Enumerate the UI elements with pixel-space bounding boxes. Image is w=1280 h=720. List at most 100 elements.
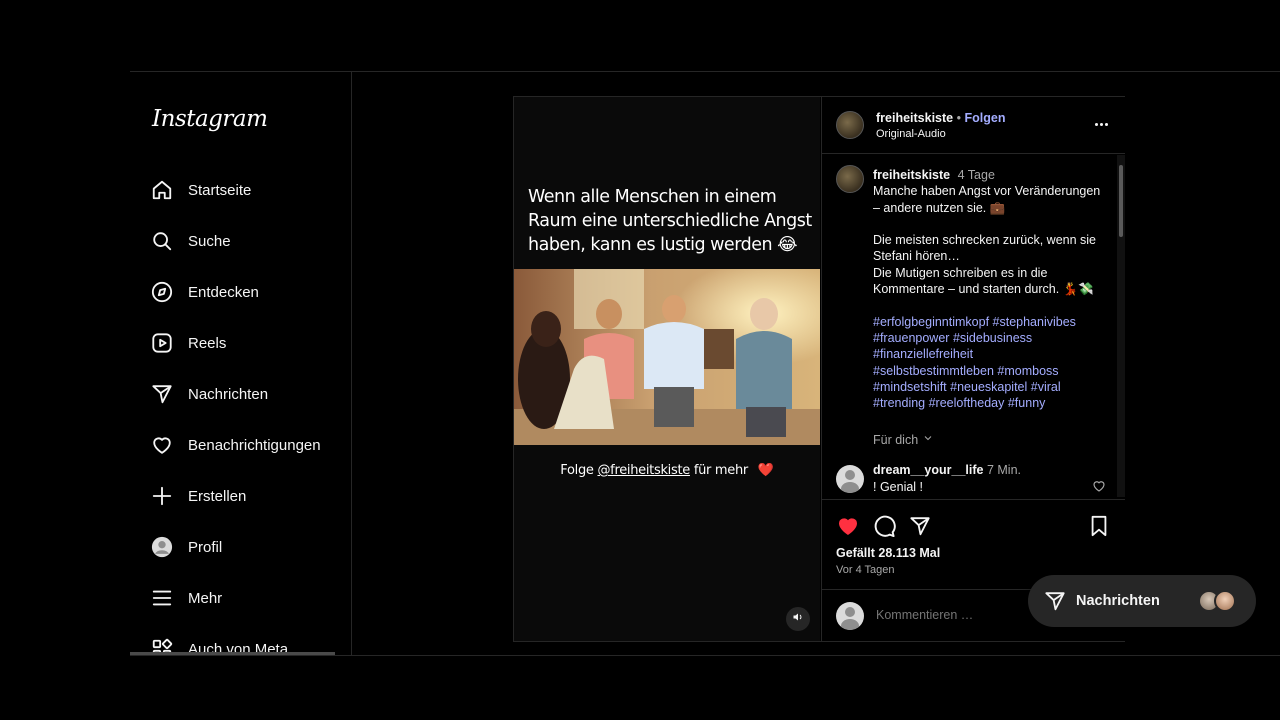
post-dialog: Wenn alle Menschen in einem Raum eine un… (513, 96, 1125, 642)
sidebar-item-label: Suche (188, 232, 231, 250)
messages-floating-button[interactable]: Nachrichten (1028, 575, 1256, 627)
sidebar-item-label: Mehr (188, 589, 223, 607)
post-video[interactable]: Wenn alle Menschen in einem Raum eine un… (514, 97, 820, 641)
comment-like-icon[interactable] (1092, 479, 1106, 497)
speaker-icon (792, 610, 804, 628)
video-frame-image (514, 269, 820, 445)
post-header: freiheitskiste • Folgen Original-Audio (822, 97, 1125, 154)
sidebar-item-label: Entdecken (188, 283, 259, 301)
commenter-avatar[interactable] (836, 465, 864, 493)
like-count[interactable]: Gefällt 28.113 Mal (836, 546, 940, 560)
comment-header: dream__your__life 7 Min. (873, 463, 1021, 477)
author-avatar[interactable] (836, 111, 864, 139)
scrollbar-thumb[interactable] (1119, 165, 1123, 237)
caption-mention: @freiheitskiste (597, 463, 690, 478)
comments-section[interactable]: freiheitskiste 4 Tage Manche haben Angst… (822, 155, 1125, 497)
caption-author-avatar[interactable] (836, 165, 864, 193)
reels-icon (150, 331, 174, 355)
dot (1094, 122, 1098, 126)
video-overlay-text: Wenn alle Menschen in einem Raum eine un… (528, 187, 812, 255)
caption-paragraph: Die Mutigen schreiben es in die Kommenta… (873, 265, 1094, 297)
caption-time: 4 Tage (957, 168, 995, 182)
sidebar-item-home[interactable]: Startseite (150, 170, 346, 210)
hashtag[interactable]: #erfolgbeginntimkopf (873, 315, 989, 329)
contact-avatar (1214, 590, 1236, 612)
hashtag[interactable]: #mindsetshift (873, 380, 947, 394)
sidebar-item-search[interactable]: Suche (150, 221, 346, 261)
sidebar-item-create[interactable]: Erstellen (150, 476, 346, 516)
hashtag[interactable]: #momboss (997, 364, 1058, 378)
hashtag[interactable]: #stephanivibes (993, 315, 1076, 329)
post-sidepanel: freiheitskiste • Folgen Original-Audio f… (821, 97, 1125, 641)
save-button[interactable] (1087, 514, 1111, 538)
sidebar-item-profile[interactable]: Profil (150, 527, 346, 567)
messages-pill-label: Nachrichten (1076, 593, 1160, 609)
home-icon (150, 178, 174, 202)
sidebar-item-notifications[interactable]: Benachrichtigungen (150, 425, 346, 465)
instagram-logo[interactable]: Instagram (152, 106, 268, 132)
comment-icon (874, 515, 896, 537)
hashtag[interactable]: #reeloftheday (929, 396, 1005, 410)
sidebar-item-messages[interactable]: Nachrichten (150, 374, 346, 414)
audio-label[interactable]: Original-Audio (876, 128, 946, 140)
like-button[interactable] (836, 514, 860, 538)
post-age: Vor 4 Tagen (836, 564, 895, 576)
sidebar-item-explore[interactable]: Entdecken (150, 272, 346, 312)
video-caption: Folge @freiheitskiste für mehr ❤️ (514, 463, 820, 478)
comment-text: ! Genial ! (873, 480, 924, 494)
commenter-username[interactable]: dream__your__life (873, 463, 983, 477)
plus-icon (150, 484, 174, 508)
hashtag[interactable]: #neueskapitel (950, 380, 1027, 394)
more-options-button[interactable] (1091, 115, 1111, 133)
main-content: Wenn alle Menschen in einem Raum eine un… (352, 72, 1280, 655)
sidebar-item-label: Startseite (188, 181, 252, 199)
comment-item: dream__your__life 7 Min. ! Genial ! (836, 463, 1106, 497)
separator: • (956, 111, 961, 125)
chevron-down-icon (922, 432, 934, 447)
mute-button[interactable] (786, 607, 810, 631)
for-you-toggle[interactable]: Für dich (873, 432, 934, 447)
comment-time: 7 Min. (986, 463, 1022, 477)
sidebar-item-label: Erstellen (188, 487, 247, 505)
sidebar-item-reels[interactable]: Reels (150, 323, 346, 363)
hashtag[interactable]: #frauenpower (873, 331, 949, 345)
sidebar-scrollbar[interactable] (130, 652, 335, 655)
own-avatar (836, 602, 864, 630)
heart-filled-icon (839, 518, 857, 535)
caption-suffix: für mehr (693, 463, 748, 478)
dot (1104, 122, 1108, 126)
compass-icon (150, 280, 174, 304)
heart-emoji: ❤️ (757, 463, 774, 478)
hashtag[interactable]: #selbstbestimmtleben (873, 364, 994, 378)
caption-prefix: Folge (560, 463, 594, 478)
sidebar-item-label: Reels (188, 334, 227, 352)
send-icon (150, 382, 174, 406)
sidebar: Instagram Startseite Suche Entdecken Ree… (130, 72, 352, 655)
author-line: freiheitskiste • Folgen (876, 111, 1005, 125)
heart-icon (150, 433, 174, 457)
share-button[interactable] (908, 514, 932, 538)
sidebar-item-label: Nachrichten (188, 385, 269, 403)
sidebar-item-more[interactable]: Mehr (150, 578, 346, 618)
send-icon (1044, 590, 1066, 612)
avatar-icon (150, 535, 174, 559)
app-frame: Instagram Startseite Suche Entdecken Ree… (130, 71, 1280, 656)
menu-icon (150, 586, 174, 610)
post-caption: freiheitskiste 4 Tage Manche haben Angst… (873, 167, 1105, 411)
hashtag[interactable]: #trending (873, 396, 925, 410)
hashtag[interactable]: #sidebusiness (953, 331, 1032, 345)
search-icon (150, 229, 174, 253)
comments-scrollbar[interactable] (1117, 155, 1125, 497)
hashtag[interactable]: #finanziellefreiheit (873, 347, 973, 361)
dot (1099, 122, 1103, 126)
caption-username[interactable]: freiheitskiste (873, 168, 950, 182)
author-username[interactable]: freiheitskiste (876, 111, 953, 125)
sidebar-item-label: Profil (188, 538, 223, 556)
bookmark-icon (1091, 515, 1107, 537)
message-avatars (1198, 590, 1242, 612)
hashtag[interactable]: #funny (1008, 396, 1046, 410)
comment-button[interactable] (872, 514, 896, 538)
hashtag[interactable]: #viral (1031, 380, 1061, 394)
follow-button[interactable]: Folgen (964, 111, 1005, 125)
for-you-label: Für dich (873, 432, 919, 447)
